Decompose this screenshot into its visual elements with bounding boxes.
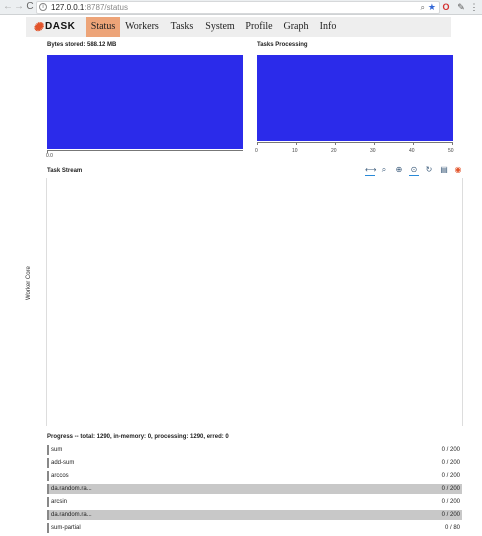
task-stream-right-border [462, 178, 463, 426]
tasks-processing-tick-10 [296, 143, 297, 145]
tab-system[interactable]: System [203, 17, 237, 37]
site-info-icon[interactable]: i [39, 3, 47, 11]
tasks-processing-tick-label-30: 30 [370, 148, 376, 154]
dask-logo-icon: ✺ [33, 20, 44, 34]
tab-tasks[interactable]: Tasks [168, 17, 196, 37]
progress-title: Progress -- total: 1290, in-memory: 0, p… [47, 434, 229, 440]
wheel-zoom-tool-icon[interactable]: ⊕ [394, 165, 404, 175]
tab-workers[interactable]: Workers [124, 17, 160, 37]
progress-row-name: add-sum [51, 460, 75, 466]
tasks-processing-tick-50 [452, 143, 453, 145]
progress-row-count: 0 / 200 [441, 499, 460, 505]
bookmark-star-icon[interactable]: ★ [428, 2, 436, 13]
tasks-processing-tick-40 [413, 143, 414, 145]
progress-row-count: 0 / 200 [441, 512, 460, 518]
zoom-tool-icon[interactable]: ⊙ [409, 165, 419, 176]
task-stream-left-border [46, 178, 47, 426]
bytes-stored-bar [47, 55, 243, 149]
box-zoom-tool-icon[interactable]: ⌕ [379, 165, 389, 175]
progress-row-name: sum [51, 447, 63, 453]
progress-row-count: 0 / 200 [441, 447, 460, 453]
tasks-processing-title: Tasks Processing [257, 42, 308, 48]
bytes-stored-title: Bytes stored: 588.12 MB [47, 42, 117, 48]
browser-menu-icon[interactable]: ⋮ [469, 2, 479, 12]
tasks-processing-bar [257, 55, 453, 141]
progress-row-arccos: arccos 0 / 200 [47, 471, 462, 481]
zoom-icon[interactable]: ⌕ [421, 2, 425, 13]
tasks-processing-tick-0 [257, 143, 258, 145]
tasks-processing-tick-20 [335, 143, 336, 145]
browser-toolbar: ← → C i 127.0.0.1:8787/status ⌕ ★ O ✎ ⋮ [0, 0, 482, 15]
task-stream-plot[interactable] [47, 178, 462, 426]
progress-row-name: arcsin [51, 499, 68, 505]
address-bar[interactable]: i 127.0.0.1:8787/status ⌕ ★ [36, 1, 440, 14]
progress-row-sum-partial: sum-partial 0 / 80 [47, 523, 462, 533]
tab-graph[interactable]: Graph [282, 17, 310, 37]
tasks-processing-tick-label-40: 40 [409, 148, 415, 154]
dask-logo-text: DASK [45, 21, 76, 32]
task-stream-title: Task Stream [47, 168, 83, 174]
progress-row-random-2: da.random.ra... 0 / 200 [47, 510, 462, 520]
pan-tool-icon[interactable]: ⟷ [365, 165, 376, 176]
tasks-processing-tick-label-10: 10 [292, 148, 298, 154]
tasks-processing-tick-label-50: 50 [448, 148, 454, 154]
bokeh-logo-icon[interactable]: ◉ [453, 165, 463, 175]
tab-status[interactable]: Status [86, 17, 120, 37]
progress-row-count: 0 / 200 [441, 460, 460, 466]
progress-row-add-sum: add-sum 0 / 200 [47, 458, 462, 468]
progress-row-sum: sum 0 / 200 [47, 445, 462, 455]
progress-row-name: da.random.ra... [51, 512, 92, 518]
progress-row-count: 0 / 200 [441, 486, 460, 492]
dask-navbar: ✺ DASK Status Workers Tasks System Profi… [26, 17, 451, 37]
bytes-stored-tick-label: 0.0 [46, 153, 53, 159]
feather-extension-icon[interactable]: ✎ [456, 2, 466, 12]
task-stream-ylabel: Worker Core [26, 266, 32, 300]
opera-extension-icon[interactable]: O [441, 2, 451, 12]
tab-info[interactable]: Info [318, 17, 338, 37]
reset-tool-icon[interactable]: ↻ [424, 165, 434, 175]
tab-profile[interactable]: Profile [244, 17, 274, 37]
bytes-stored-axis [47, 150, 243, 151]
tasks-processing-tick-30 [374, 143, 375, 145]
tasks-processing-axis [257, 142, 453, 143]
progress-row-name: arccos [51, 473, 69, 479]
progress-row-count: 0 / 200 [441, 473, 460, 479]
tasks-processing-tick-label-20: 20 [331, 148, 337, 154]
progress-row-count: 0 / 80 [444, 525, 460, 531]
reload-icon[interactable]: C [24, 1, 36, 13]
url-text[interactable]: 127.0.0.1:8787/status [51, 2, 128, 13]
progress-row-arcsin: arcsin 0 / 200 [47, 497, 462, 507]
progress-row-name: sum-partial [51, 525, 81, 531]
tasks-processing-tick-label-0: 0 [255, 148, 258, 154]
progress-row-random-1: da.random.ra... 0 / 200 [47, 484, 462, 494]
hover-tool-icon[interactable]: ▤ [439, 165, 449, 175]
progress-row-name: da.random.ra... [51, 486, 92, 492]
